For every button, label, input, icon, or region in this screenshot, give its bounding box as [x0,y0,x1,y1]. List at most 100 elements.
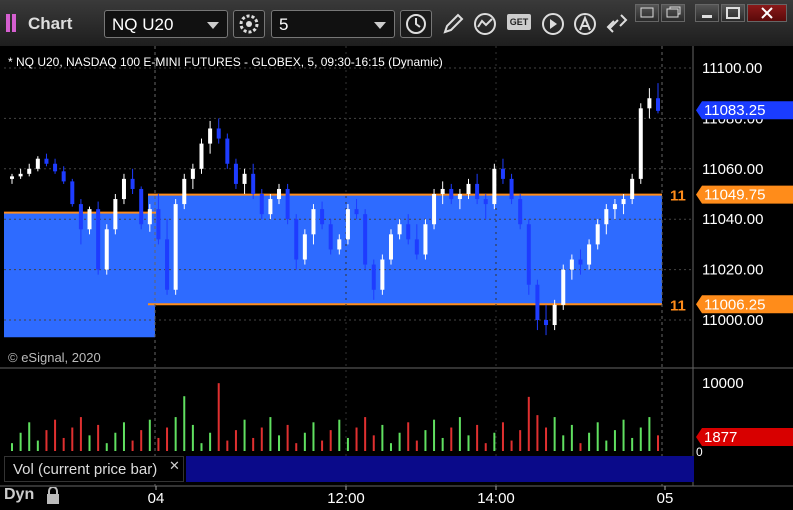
candle-body [311,209,316,235]
symbol-dropdown-icon[interactable] [207,22,219,29]
volume-study-tab[interactable]: Vol (current price bar) [4,456,184,482]
candle-body [526,224,531,285]
candle-body [500,168,505,179]
alert-icon[interactable] [572,12,598,36]
interval-value: 5 [279,15,289,34]
volume-bar [105,443,108,451]
volume-bar [536,415,539,451]
volume-bar [148,419,151,451]
volume-bar [545,427,548,451]
volume-bar [217,383,220,451]
chart-header: * NQ U20, NASDAQ 100 E-MINI FUTURES - GL… [8,55,443,69]
candle-body [363,214,368,265]
last-price-badge: 11083.25 [696,101,793,120]
candle-body [190,168,195,179]
volume-bar [389,443,392,451]
volume-bar [19,432,22,451]
volume-bar [433,419,436,451]
band-fill-main [148,194,662,305]
volume-bar [631,437,634,451]
symbol-input[interactable]: NQ U20 [104,10,228,38]
price-chart[interactable]: * NQ U20, NASDAQ 100 E-MINI FUTURES - GL… [0,46,793,510]
price-axis-label: 11020.00 [702,262,763,279]
volume-bar [269,417,272,451]
volume-bar [657,435,659,451]
candle-body [483,199,488,205]
link-icon[interactable] [604,12,630,36]
volume-bar [36,440,39,451]
candle-body [259,194,264,215]
pin-window-button[interactable] [635,4,659,22]
get-data-button[interactable]: GET [507,14,531,30]
volume-badge-text: 1877 [704,429,737,446]
pin-icon [640,7,654,18]
candle-body [354,209,359,215]
candle-body [552,304,557,326]
volume-bar [54,419,57,451]
candle-body [328,224,333,250]
candle-body [147,209,152,225]
volume-bar [648,417,651,451]
candle-body [638,108,643,179]
candle-body [337,239,342,250]
price-axis-label: 11060.00 [702,161,763,178]
app-title: Chart [28,14,73,33]
volume-bar [329,430,332,451]
candle-body [612,204,617,210]
close-button[interactable] [747,4,787,22]
study-icon[interactable] [472,12,498,36]
upper-level-badge-text: 11049.75 [704,187,765,204]
volume-bar [209,432,212,451]
volume-bar [45,430,48,451]
volume-bar [243,419,246,451]
upper-level-badge: 11049.75 [696,185,793,204]
candle-body [371,264,376,290]
volume-bar [596,422,599,451]
volume-bar [510,440,513,451]
volume-axis-label: 0 [696,445,703,459]
volume-bar [407,422,410,451]
candle-body [475,183,480,200]
restore-window-button[interactable] [661,4,685,22]
candle-body [440,188,445,194]
pencil-icon[interactable] [440,12,466,36]
candle-body [656,98,660,111]
candle-body [423,224,428,255]
close-study-icon[interactable]: ✕ [169,458,180,474]
volume-bar [364,417,367,451]
interval-dropdown-icon[interactable] [374,22,386,29]
candle-body [466,183,471,194]
volume-bar [346,437,349,451]
symbol-settings-button[interactable] [233,10,265,38]
minimize-button[interactable] [695,4,719,22]
time-axis-label: 14:00 [477,490,515,507]
candle-body [380,259,385,290]
candle-body [61,171,66,182]
time-button[interactable] [400,10,432,38]
volume-bar [234,430,237,451]
volume-bar [321,440,324,451]
play-icon[interactable] [540,12,566,36]
candle-body [509,178,514,200]
candle-body [630,178,635,200]
volume-bar [424,430,427,451]
candle-body [569,259,574,270]
lock-icon[interactable] [44,487,62,505]
maximize-button[interactable] [721,4,745,22]
volume-bar [303,432,306,451]
volume-bar [174,417,177,451]
volume-bar [62,437,65,451]
candle-body [449,188,454,200]
clock-icon [406,14,426,34]
candle-body [414,239,419,255]
volume-bar [372,435,375,451]
volume-study-bar [186,456,694,482]
candle-body [535,284,540,320]
chart-app-icon [6,14,20,32]
volume-bar [622,419,625,451]
candle-body [518,199,523,225]
candle-body [604,209,609,225]
interval-input[interactable]: 5 [271,10,395,38]
dynamic-label: Dyn [4,486,35,503]
price-axis-label: 11000.00 [702,312,763,329]
